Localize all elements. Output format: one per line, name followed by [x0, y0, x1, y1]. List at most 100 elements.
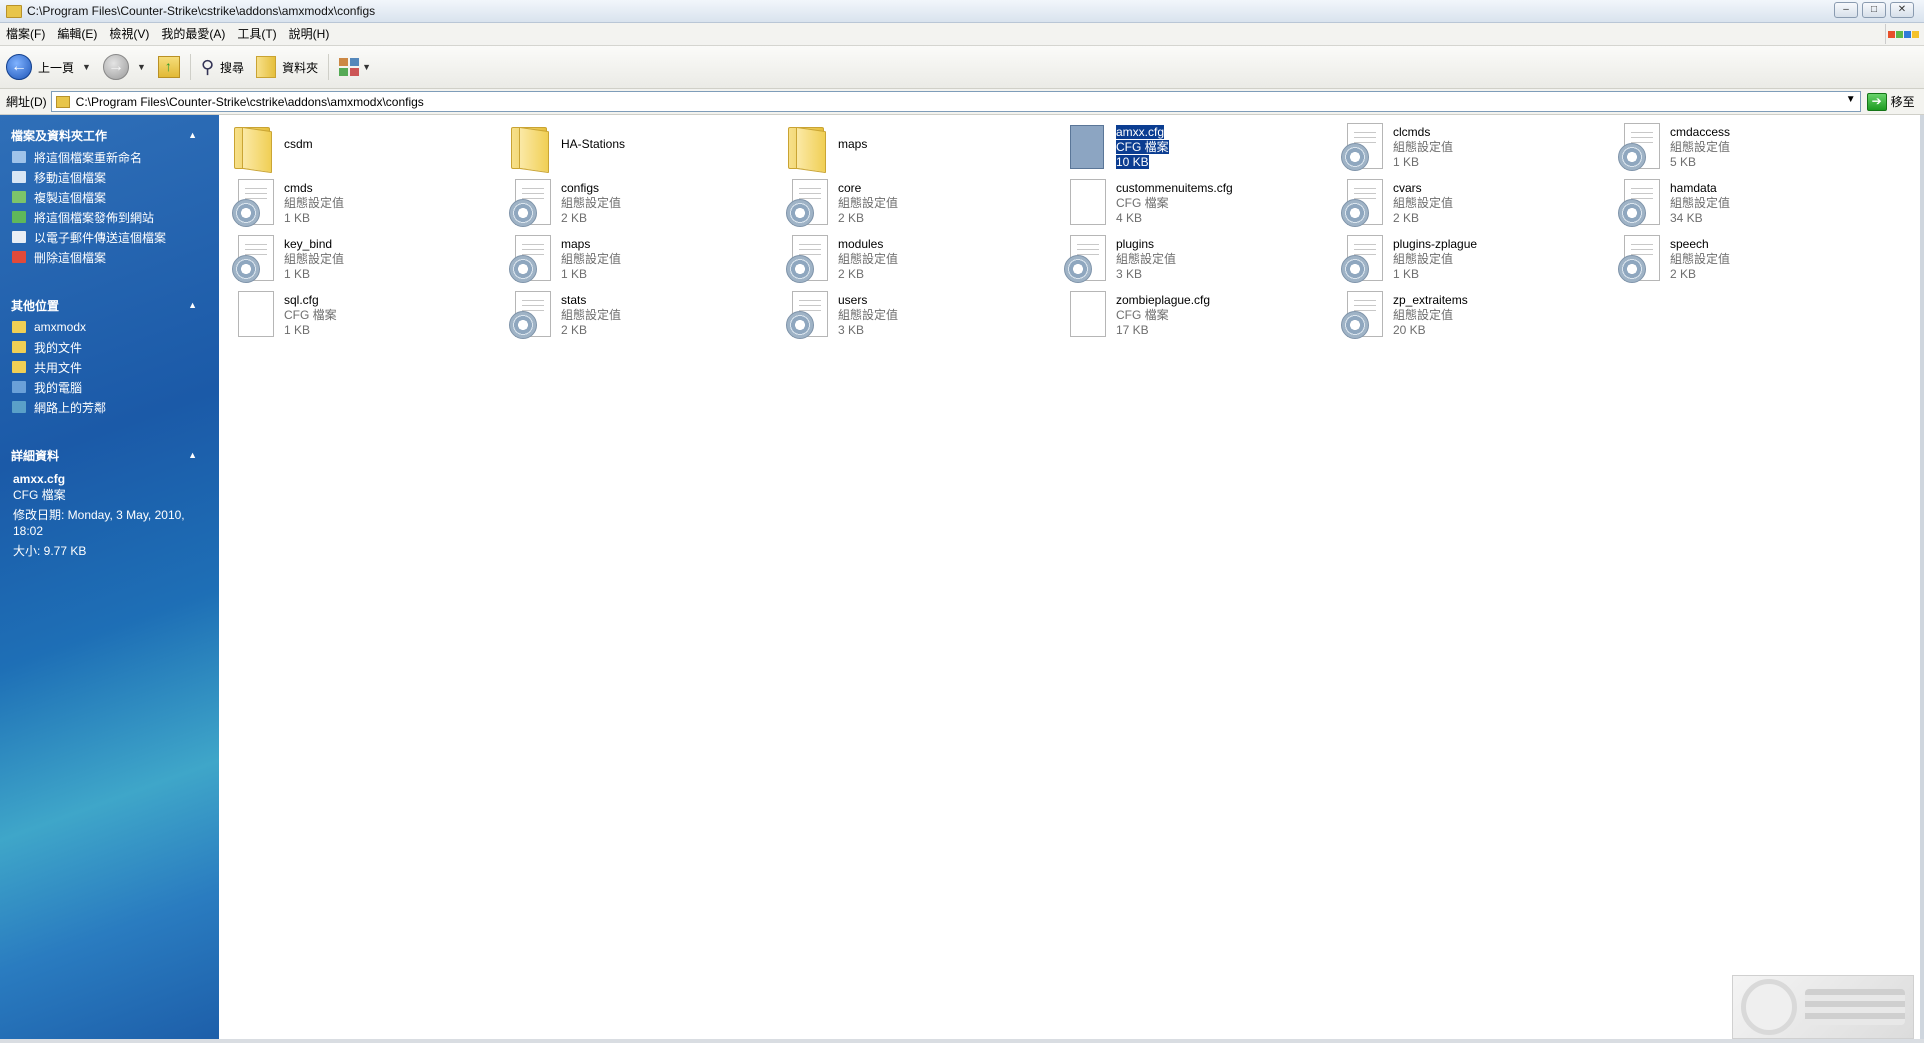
file-item[interactable]: hamdata 組態設定值 34 KB [1614, 177, 1884, 229]
task-item-0[interactable]: 將這個檔案重新命名 [0, 147, 219, 167]
file-item[interactable]: core 組態設定值 2 KB [782, 177, 1052, 229]
file-size: 2 KB [1670, 267, 1697, 281]
folder-icon [228, 121, 276, 174]
file-info: amxx.cfg CFG 檔案 10 KB [1116, 121, 1169, 173]
file-item[interactable]: custommenuitems.cfg CFG 檔案 4 KB [1060, 177, 1330, 229]
file-item[interactable]: csdm [228, 121, 498, 174]
menu-help[interactable]: 說明(H) [283, 23, 336, 45]
file-size: 5 KB [1670, 155, 1697, 169]
file-item[interactable]: plugins-zplague 組態設定值 1 KB [1337, 233, 1607, 285]
file-item[interactable]: zombieplague.cfg CFG 檔案 17 KB [1060, 289, 1330, 341]
file-item[interactable]: cmdaccess 組態設定值 5 KB [1614, 121, 1884, 173]
close-button[interactable]: ✕ [1890, 2, 1914, 18]
file-item[interactable]: cvars 組態設定值 2 KB [1337, 177, 1607, 229]
file-info: plugins 組態設定值 3 KB [1116, 233, 1176, 285]
file-info: configs 組態設定值 2 KB [561, 177, 621, 229]
maximize-button[interactable]: □ [1862, 2, 1886, 18]
file-item[interactable]: maps [782, 121, 1052, 174]
collapse-icon[interactable]: ▲ [188, 130, 197, 140]
config-file-icon [782, 289, 830, 339]
search-button[interactable]: ⚲ 搜尋 [195, 51, 250, 83]
details-header[interactable]: 詳細資料 ▲ [0, 445, 219, 465]
chevron-down-icon[interactable]: ▼ [82, 62, 91, 72]
place-item-2[interactable]: 共用文件 [0, 357, 219, 377]
chevron-down-icon[interactable]: ▼ [137, 62, 146, 72]
file-size: 1 KB [561, 267, 588, 281]
file-item[interactable]: modules 組態設定值 2 KB [782, 233, 1052, 285]
file-size: 34 KB [1670, 211, 1703, 225]
network-icon [12, 401, 26, 413]
file-item[interactable]: sql.cfg CFG 檔案 1 KB [228, 289, 498, 341]
status-strip [0, 1039, 1924, 1043]
menu-favorites[interactable]: 我的最愛(A) [155, 23, 231, 45]
minimize-button[interactable]: – [1834, 2, 1858, 18]
menu-file[interactable]: 檔案(F) [0, 23, 51, 45]
config-file-icon [1060, 233, 1108, 283]
file-item[interactable]: amxx.cfg CFG 檔案 10 KB [1060, 121, 1330, 173]
folder-icon [505, 121, 553, 174]
file-size: 1 KB [284, 323, 311, 337]
file-info: hamdata 組態設定值 34 KB [1670, 177, 1730, 229]
windows-logo-icon [1885, 24, 1920, 44]
place-item-3[interactable]: 我的電腦 [0, 377, 219, 397]
file-item[interactable]: HA-Stations [505, 121, 775, 174]
file-item[interactable]: key_bind 組態設定值 1 KB [228, 233, 498, 285]
forward-button[interactable]: → ▼ [97, 51, 152, 83]
folders-button[interactable]: 資料夾 [250, 51, 324, 83]
config-file-icon [1337, 177, 1385, 227]
place-item-1[interactable]: 我的文件 [0, 337, 219, 357]
collapse-icon[interactable]: ▲ [188, 450, 197, 460]
task-item-3[interactable]: 將這個檔案發佈到網站 [0, 207, 219, 227]
back-button[interactable]: ← 上一頁 ▼ [0, 51, 97, 83]
file-item[interactable]: zp_extraitems 組態設定值 20 KB [1337, 289, 1607, 341]
file-type: 組態設定值 [1116, 252, 1177, 266]
file-info: clcmds 組態設定值 1 KB [1393, 121, 1453, 173]
file-item[interactable]: stats 組態設定值 2 KB [505, 289, 775, 341]
go-button[interactable]: ➔ 移至 [1866, 92, 1915, 111]
task-item-4[interactable]: 以電子郵件傳送這個檔案 [0, 227, 219, 247]
file-item[interactable]: users 組態設定值 3 KB [782, 289, 1052, 341]
up-folder-button[interactable]: ↑ [152, 51, 186, 83]
file-name: plugins-zplague [1393, 237, 1478, 251]
file-name: HA-Stations [561, 137, 626, 151]
views-button[interactable]: ▼ [333, 51, 377, 83]
task-item-1[interactable]: 移動這個檔案 [0, 167, 219, 187]
task-item-5[interactable]: 刪除這個檔案 [0, 247, 219, 267]
file-item[interactable]: plugins 組態設定值 3 KB [1060, 233, 1330, 285]
place-item-4[interactable]: 網路上的芳鄰 [0, 397, 219, 417]
menu-view[interactable]: 檢視(V) [103, 23, 155, 45]
folder-icon [12, 321, 26, 333]
config-file-icon [1337, 233, 1385, 283]
file-type: 組態設定值 [284, 196, 345, 210]
watermark-emblem [1741, 979, 1797, 1035]
file-item[interactable]: speech 組態設定值 2 KB [1614, 233, 1884, 285]
place-item-label: 共用文件 [34, 360, 83, 375]
file-name: hamdata [1670, 181, 1717, 195]
file-name: users [838, 293, 868, 307]
places-header[interactable]: 其他位置 ▲ [0, 295, 219, 315]
cfg-file-icon [1060, 121, 1108, 171]
file-type: CFG 檔案 [284, 308, 337, 322]
place-item-label: 網路上的芳鄰 [34, 400, 107, 415]
menu-edit[interactable]: 編輯(E) [51, 23, 103, 45]
file-item[interactable]: configs 組態設定值 2 KB [505, 177, 775, 229]
shared-documents-icon [12, 361, 26, 373]
file-list-view[interactable]: csdm HA-Stations maps amxx.cfg CFG 檔案 10 KB cl… [220, 115, 1924, 1043]
menu-tools[interactable]: 工具(T) [231, 23, 282, 45]
file-item[interactable]: cmds 組態設定值 1 KB [228, 177, 498, 229]
address-input[interactable]: C:\Program Files\Counter-Strike\cstrike\… [50, 91, 1861, 112]
task-item-2[interactable]: 複製這個檔案 [0, 187, 219, 207]
task-pane: 檔案及資料夾工作 ▲ 將這個檔案重新命名 移動這個檔案 複製這個檔案 將這個檔案發佈到… [0, 115, 219, 1043]
file-info: maps [838, 121, 867, 173]
chevron-down-icon[interactable]: ▼ [362, 62, 371, 72]
file-info: custommenuitems.cfg CFG 檔案 4 KB [1116, 177, 1233, 229]
file-info: key_bind 組態設定值 1 KB [284, 233, 344, 285]
file-item[interactable]: maps 組態設定值 1 KB [505, 233, 775, 285]
place-item-0[interactable]: amxmodx [0, 317, 219, 337]
collapse-icon[interactable]: ▲ [188, 300, 197, 310]
tasks-header[interactable]: 檔案及資料夾工作 ▲ [0, 125, 219, 145]
file-info: users 組態設定值 3 KB [838, 289, 898, 341]
publish-icon [12, 211, 26, 223]
chevron-down-icon[interactable]: ▼ [1846, 94, 1856, 105]
file-item[interactable]: clcmds 組態設定值 1 KB [1337, 121, 1607, 173]
